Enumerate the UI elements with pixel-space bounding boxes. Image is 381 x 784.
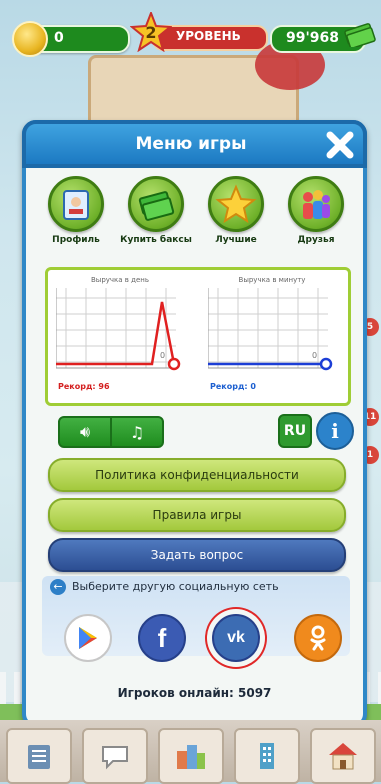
nav-house-button[interactable]: [310, 728, 376, 784]
music-note-icon: ♫: [129, 422, 145, 442]
minute-revenue-graph: 0: [207, 288, 333, 371]
panel-header: Меню игры: [22, 120, 367, 168]
leaders-button[interactable]: Лучшие: [198, 176, 274, 245]
daily-revenue-point: [167, 357, 181, 371]
game-rules-button[interactable]: Правила игры: [48, 498, 346, 532]
settings-row: 🔊︎ ♫ RU i: [58, 412, 358, 450]
daily-revenue-chart: Выручка в день 0: [55, 276, 184, 376]
nav-chat-button[interactable]: [82, 728, 148, 784]
game-menu-panel: Меню игры Профиль Купить баксы Лучшие Др…: [22, 120, 367, 728]
social-network-section: ← Выберите другую социальную сеть f vk: [42, 576, 350, 662]
google-play-icon[interactable]: [64, 614, 112, 662]
odnoklassniki-icon[interactable]: [294, 614, 342, 662]
coins-counter[interactable]: 0: [12, 21, 130, 57]
buy-bucks-button[interactable]: Купить баксы: [118, 176, 194, 245]
chat-bubble-icon: [102, 746, 128, 770]
level-star-icon: 2: [129, 10, 173, 53]
revenue-charts: Выручка в день 0 Рекорд: 96 Выручка в ми…: [45, 267, 351, 406]
minute-revenue-chart: Выручка в минуту 0: [207, 276, 336, 376]
daily-revenue-title: Выручка в день: [91, 276, 149, 284]
profile-label: Профиль: [52, 235, 100, 245]
nav-city-button[interactable]: [158, 728, 224, 784]
social-header-text: Выберите другую социальную сеть: [72, 580, 279, 593]
language-button[interactable]: RU: [278, 414, 312, 448]
star-icon: [208, 176, 264, 232]
cash-stack-icon: [344, 23, 376, 47]
coins-value: 0: [54, 30, 64, 46]
minute-revenue-point: [319, 357, 333, 371]
minute-record: Рекорд: 0: [210, 382, 256, 391]
facebook-icon[interactable]: f: [138, 614, 186, 662]
list-icon: [28, 745, 50, 769]
friends-icon: [288, 176, 344, 232]
bottom-nav: [0, 720, 381, 784]
cash-icon: [128, 176, 184, 232]
ask-question-button[interactable]: Задать вопрос: [48, 538, 346, 572]
city-icon: [177, 745, 205, 769]
daily-revenue-line: [56, 301, 176, 366]
money-value: 99'968: [286, 30, 339, 46]
music-toggle-button[interactable]: ♫: [112, 418, 162, 446]
level-number: 2: [145, 23, 157, 42]
coin-icon: [12, 21, 48, 57]
friends-label: Друзья: [297, 235, 335, 245]
nav-list-button[interactable]: [6, 728, 72, 784]
players-online: Игроков онлайн: 5097: [117, 686, 272, 700]
audio-toggle-group: 🔊︎ ♫: [58, 416, 164, 448]
building-icon: [260, 743, 274, 769]
menu-icons-row: Профиль Купить баксы Лучшие Друзья: [38, 176, 358, 258]
privacy-policy-button[interactable]: Политика конфиденциальности: [48, 458, 346, 492]
info-icon[interactable]: i: [316, 412, 354, 450]
top-bar: 0 УРОВЕНЬ 2 99'968: [0, 0, 381, 57]
friends-button[interactable]: Друзья: [278, 176, 354, 245]
close-icon[interactable]: [323, 128, 357, 162]
panel-title: Меню игры: [135, 134, 247, 154]
vk-icon[interactable]: vk: [212, 614, 260, 662]
social-header[interactable]: ← Выберите другую социальную сеть: [50, 579, 279, 595]
sound-toggle-button[interactable]: 🔊︎: [60, 418, 112, 446]
profile-icon: [48, 176, 104, 232]
buy-bucks-label: Купить баксы: [120, 235, 192, 245]
daily-revenue-graph: 0: [55, 288, 181, 371]
house-icon: [329, 743, 357, 770]
daily-zero-label: 0: [160, 351, 165, 360]
nav-building-button[interactable]: [234, 728, 300, 784]
daily-record: Рекорд: 96: [58, 382, 110, 391]
profile-button[interactable]: Профиль: [38, 176, 114, 245]
leaders-label: Лучшие: [215, 235, 257, 245]
minute-zero-label: 0: [312, 351, 317, 360]
money-counter[interactable]: 99'968: [270, 23, 376, 53]
back-arrow-icon[interactable]: ←: [50, 579, 66, 595]
minute-revenue-title: Выручка в минуту: [238, 276, 306, 284]
level-label: УРОВЕНЬ: [176, 29, 241, 43]
speaker-icon: 🔊︎: [79, 422, 91, 441]
